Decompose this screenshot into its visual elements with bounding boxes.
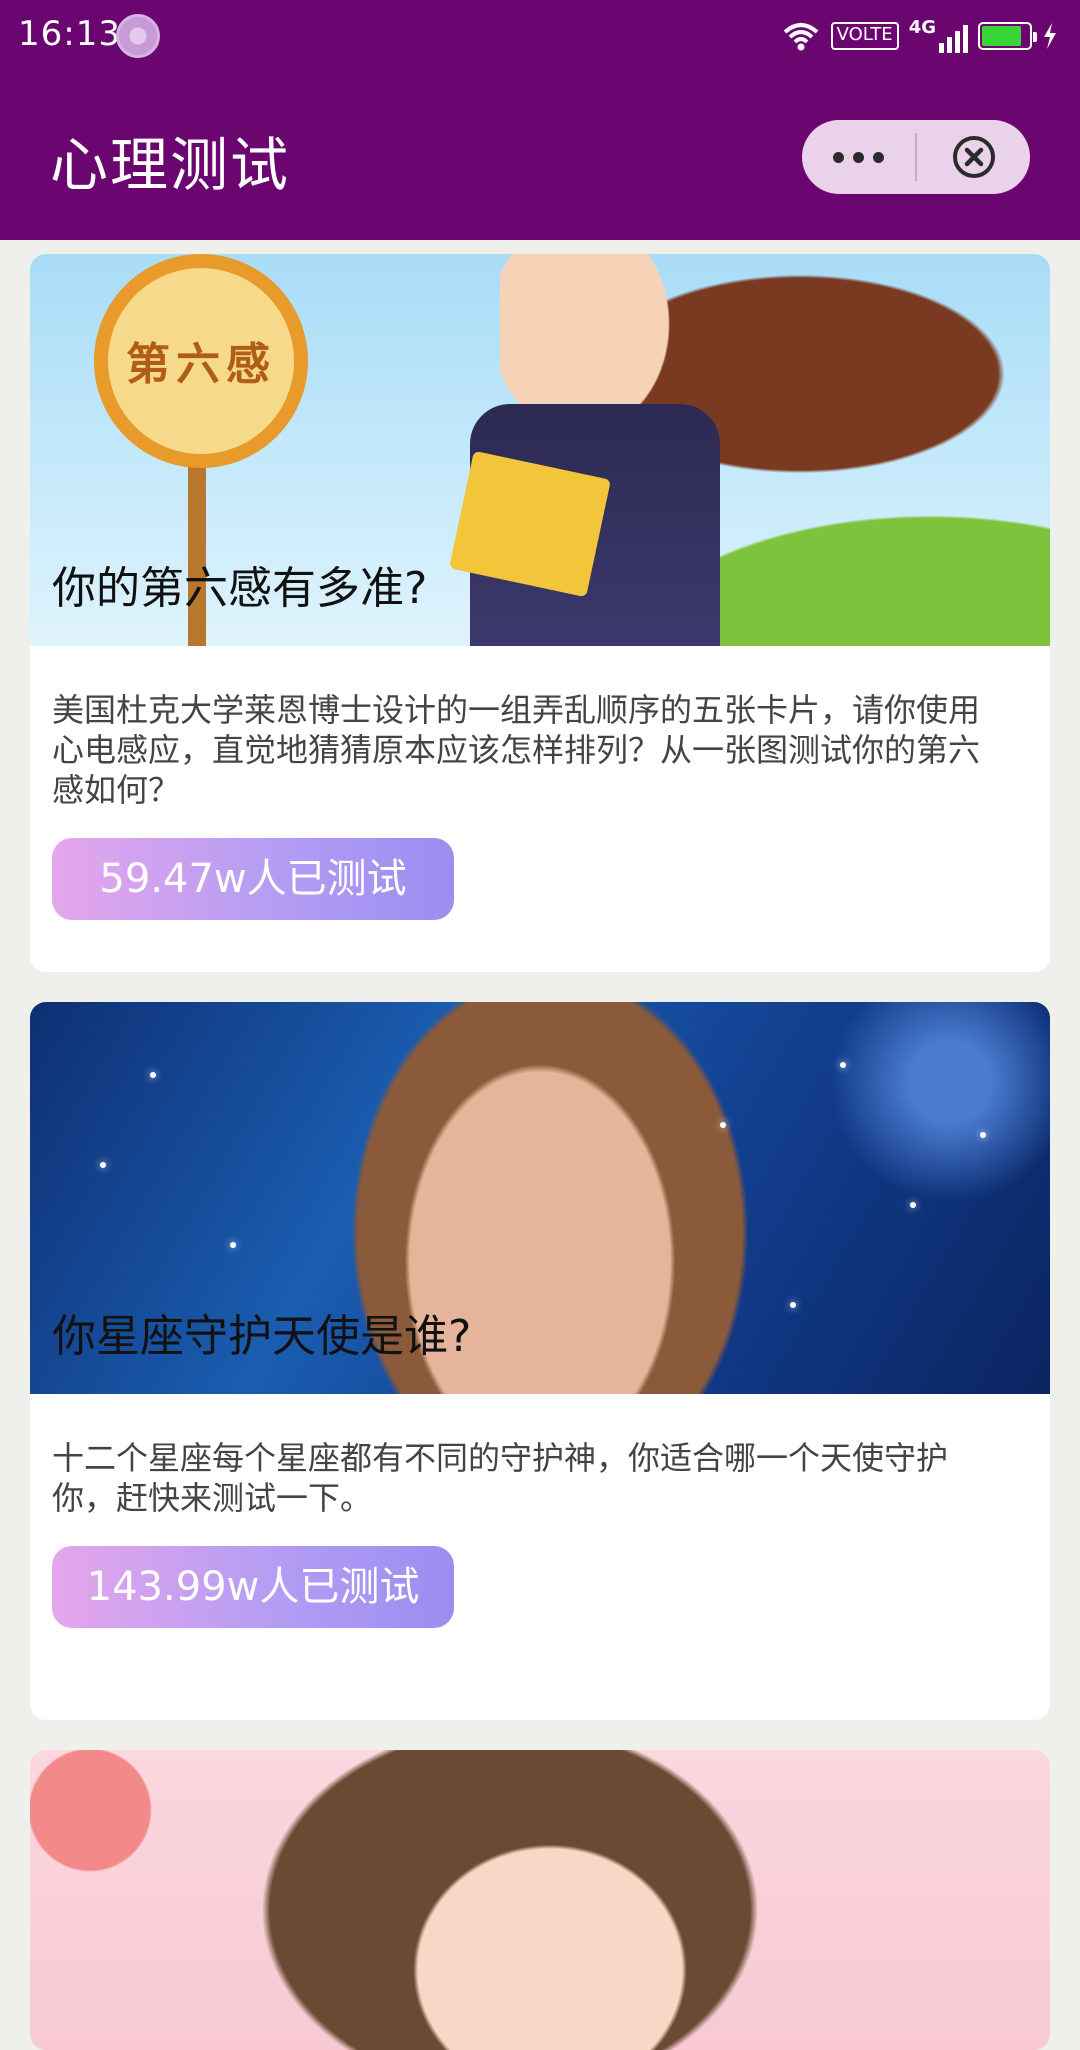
star bbox=[720, 1122, 726, 1128]
status-icons: VOLTE 4G bbox=[781, 14, 1058, 58]
card-title: 你的第六感有多准? bbox=[52, 563, 428, 614]
volte-icon: VOLTE bbox=[830, 22, 899, 50]
card-hero-image: 你星座守护天使是谁? bbox=[30, 1002, 1050, 1394]
star bbox=[790, 1302, 796, 1308]
close-circle-icon bbox=[952, 136, 995, 178]
close-button[interactable] bbox=[917, 120, 1030, 194]
tested-count-badge: 59.47w人已测试 bbox=[52, 838, 454, 920]
battery-fill bbox=[982, 26, 1022, 46]
wifi-icon bbox=[783, 23, 818, 51]
page-title: 心理测试 bbox=[50, 131, 291, 199]
status-bar: 16:13 VOLTE 4G bbox=[0, 0, 1080, 72]
sign-text: 第六感 bbox=[126, 339, 276, 390]
star bbox=[840, 1062, 846, 1068]
status-time: 16:13 bbox=[18, 14, 121, 54]
more-button[interactable] bbox=[802, 120, 915, 194]
mini-program-capsule bbox=[802, 120, 1030, 194]
tested-count-badge: 143.99w人已测试 bbox=[52, 1546, 454, 1628]
test-card[interactable]: 你星座守护天使是谁? 十二个星座每个星座都有不同的守护神，你适合哪一个天使守护你… bbox=[30, 1002, 1050, 1720]
test-card[interactable]: 第六感 你的第六感有多准? 美国杜克大学莱恩博士设计的一组弄乱顺序的五张卡片，请… bbox=[30, 254, 1050, 972]
star bbox=[150, 1072, 156, 1078]
charging-icon bbox=[1044, 23, 1056, 49]
card-description: 美国杜克大学莱恩博士设计的一组弄乱顺序的五张卡片，请你使用心电感应，直觉地猜猜原… bbox=[52, 691, 981, 809]
card-description: 十二个星座每个星座都有不同的守护神，你适合哪一个天使守护你，赶快来测试一下。 bbox=[52, 1439, 949, 1517]
star bbox=[980, 1132, 986, 1138]
sign-pole bbox=[188, 454, 206, 646]
card-hero-image: 第六感 你的第六感有多准? bbox=[30, 254, 1050, 646]
card-hero-image bbox=[30, 1750, 1050, 2050]
signal-icon: 4G bbox=[909, 19, 968, 53]
sixth-sense-sign: 第六感 bbox=[94, 254, 308, 468]
app-header: 心理测试 bbox=[0, 72, 1080, 240]
network-type: 4G bbox=[908, 17, 936, 38]
card-title: 你星座守护天使是谁? bbox=[52, 1311, 472, 1362]
battery-icon bbox=[978, 22, 1037, 50]
star bbox=[100, 1162, 106, 1168]
loading-spinner-icon bbox=[116, 14, 160, 58]
test-card[interactable] bbox=[30, 1750, 1050, 2050]
star bbox=[230, 1242, 236, 1248]
star bbox=[910, 1202, 916, 1208]
more-dots-icon bbox=[833, 151, 884, 163]
